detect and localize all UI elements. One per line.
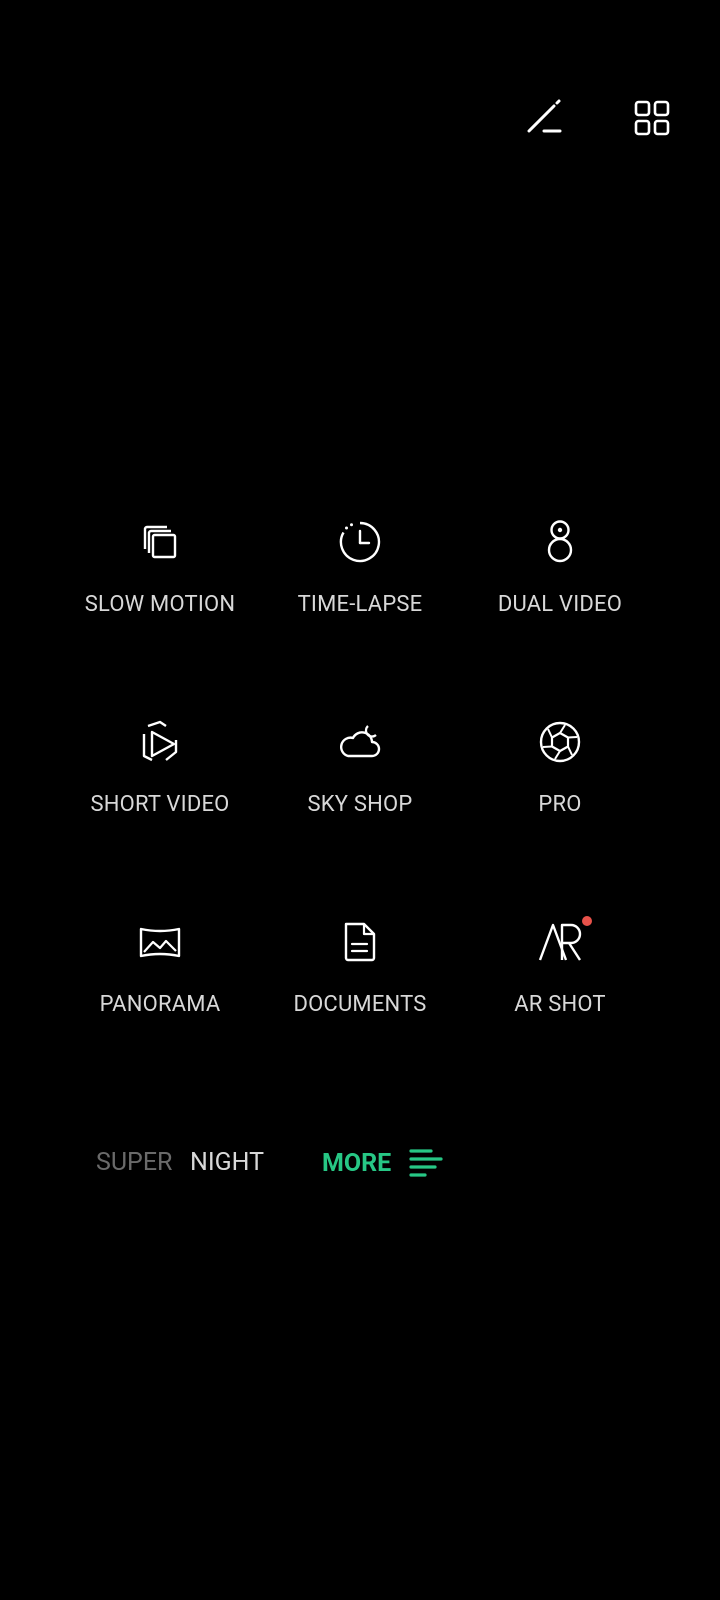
top-bar [0,90,720,150]
dual-video-icon [538,520,582,564]
mode-super[interactable]: SUPER [96,1148,172,1177]
mode-slow-motion[interactable]: SLOW MOTION [60,510,260,640]
mode-label: TIME-LAPSE [297,592,423,617]
slow-motion-icon [138,520,182,564]
mode-time-lapse[interactable]: TIME-LAPSE [260,510,460,640]
grid-view-button[interactable] [624,90,680,146]
panorama-icon [138,920,182,964]
edit-pen-icon [527,99,562,133]
mode-selector-strip: SUPER NIGHT MORE [0,1148,720,1188]
document-icon [338,920,382,964]
mode-ar-shot[interactable]: AR SHOT [460,910,660,1040]
mode-documents[interactable]: DOCUMENTS [260,910,460,1040]
pro-aperture-icon [538,720,582,764]
mode-label: SLOW MOTION [84,592,236,617]
time-lapse-icon [338,520,382,564]
mode-label: SKY SHOP [307,792,413,817]
mode-label: PANORAMA [99,992,221,1017]
mode-panorama[interactable]: PANORAMA [60,910,260,1040]
mode-dual-video[interactable]: DUAL VIDEO [460,510,660,640]
mode-short-video[interactable]: SHORT VIDEO [60,710,260,840]
ar-icon [538,916,592,964]
mode-sky-shop[interactable]: SKY SHOP [260,710,460,840]
edit-modes-button[interactable] [516,90,572,146]
mode-label: PRO [538,792,582,817]
mode-night[interactable]: NIGHT [190,1148,264,1177]
more-label: MORE [322,1148,392,1178]
more-button[interactable]: MORE [322,1148,443,1178]
mode-label: SHORT VIDEO [90,792,230,817]
grid-icon [634,100,670,136]
sky-shop-icon [338,720,382,764]
mode-label: AR SHOT [514,992,606,1017]
mode-label: DUAL VIDEO [497,592,623,617]
menu-lines-icon [409,1149,443,1177]
mode-label: DOCUMENTS [293,992,427,1017]
new-badge-dot [582,916,592,926]
short-video-icon [138,720,182,764]
mode-pro[interactable]: PRO [460,710,660,840]
